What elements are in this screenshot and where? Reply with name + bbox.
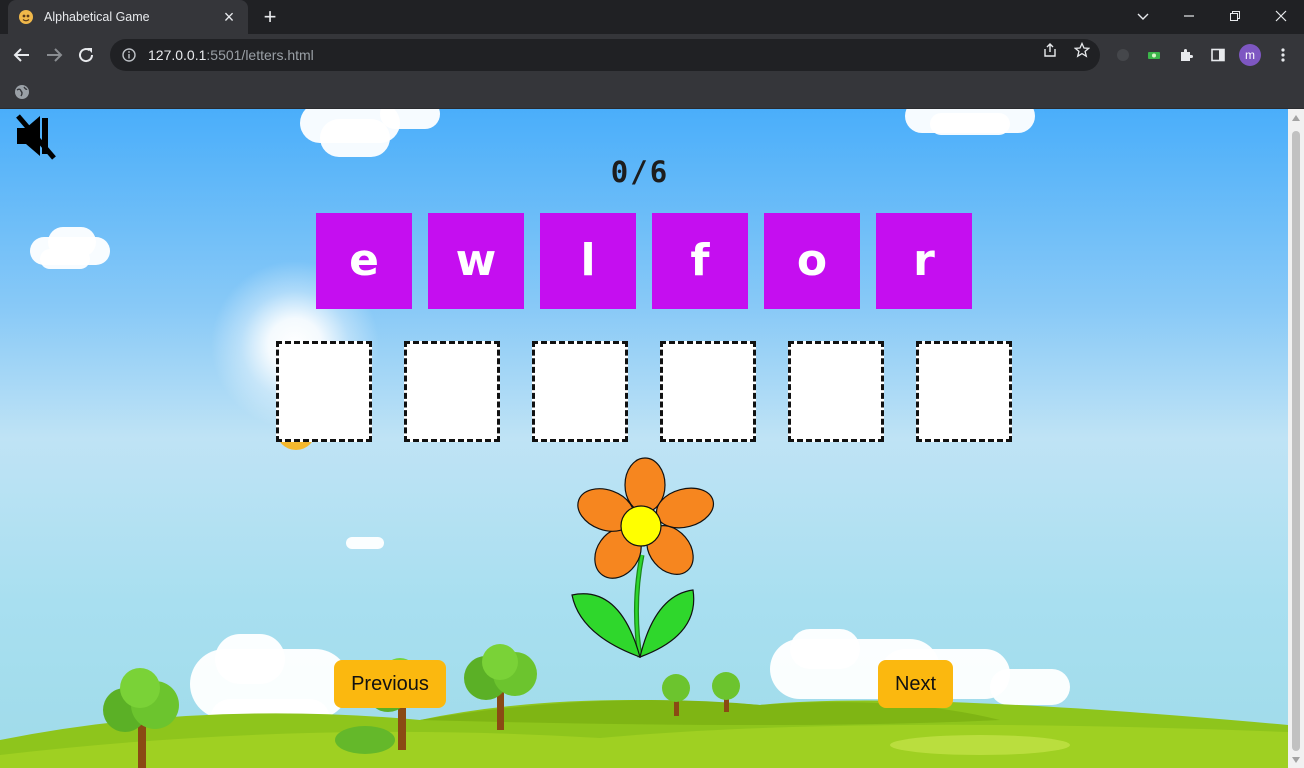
tab-title: Alphabetical Game bbox=[44, 10, 150, 24]
sound-muted-icon[interactable] bbox=[14, 112, 58, 160]
extension-faded-icon[interactable] bbox=[1114, 46, 1132, 64]
letter-tile[interactable]: w bbox=[428, 213, 524, 309]
letter-tile[interactable]: r bbox=[876, 213, 972, 309]
game-favicon-icon bbox=[18, 9, 34, 25]
answer-slot[interactable] bbox=[916, 341, 1012, 442]
answer-slot[interactable] bbox=[788, 341, 884, 442]
letter-tile[interactable]: f bbox=[652, 213, 748, 309]
browser-toolbar: 127.0.0.1:5501/letters.html m bbox=[0, 34, 1304, 76]
scroll-down-arrow-icon[interactable] bbox=[1292, 757, 1300, 763]
extensions-puzzle-icon[interactable] bbox=[1177, 46, 1195, 64]
tab-strip: Alphabetical Game × + bbox=[0, 0, 1304, 34]
next-button[interactable]: Next bbox=[878, 660, 953, 708]
flower-picture bbox=[571, 457, 715, 658]
menu-kebab-icon[interactable] bbox=[1274, 46, 1292, 64]
back-icon[interactable] bbox=[10, 43, 34, 67]
previous-button[interactable]: Previous bbox=[334, 660, 446, 708]
new-tab-button[interactable]: + bbox=[258, 6, 282, 30]
forward-icon[interactable] bbox=[42, 43, 66, 67]
answer-slot[interactable] bbox=[660, 341, 756, 442]
letter-tile[interactable]: e bbox=[316, 213, 412, 309]
scroll-up-arrow-icon[interactable] bbox=[1292, 115, 1300, 121]
close-tab-icon[interactable]: × bbox=[220, 8, 238, 26]
score-counter: 0/6 bbox=[610, 155, 670, 189]
tab-search-icon[interactable] bbox=[1120, 4, 1166, 30]
restore-icon[interactable] bbox=[1212, 4, 1258, 30]
answer-slot[interactable] bbox=[532, 341, 628, 442]
side-panel-icon[interactable] bbox=[1209, 46, 1227, 64]
address-bar[interactable]: 127.0.0.1:5501/letters.html bbox=[110, 39, 1100, 71]
globe-bookmark-icon[interactable] bbox=[14, 84, 30, 105]
answer-slot[interactable] bbox=[276, 341, 372, 442]
url-path: :5501/letters.html bbox=[206, 47, 314, 63]
scroll-thumb[interactable] bbox=[1292, 131, 1300, 751]
url-host: 127.0.0.1 bbox=[148, 47, 207, 63]
bookmark-star-icon[interactable] bbox=[1074, 42, 1090, 58]
reload-icon[interactable] bbox=[74, 43, 98, 67]
extension-money-icon[interactable] bbox=[1145, 46, 1163, 64]
minimize-icon[interactable] bbox=[1166, 4, 1212, 30]
bookmarks-bar bbox=[0, 76, 1304, 109]
letter-tile[interactable]: o bbox=[764, 213, 860, 309]
close-window-icon[interactable] bbox=[1258, 4, 1304, 30]
answer-slot[interactable] bbox=[404, 341, 500, 442]
browser-tab[interactable]: Alphabetical Game × bbox=[8, 0, 248, 34]
letter-tile[interactable]: l bbox=[540, 213, 636, 309]
profile-avatar[interactable]: m bbox=[1239, 44, 1261, 66]
page-scrollbar[interactable] bbox=[1288, 109, 1304, 768]
site-info-icon[interactable] bbox=[122, 48, 148, 62]
share-icon[interactable] bbox=[1042, 42, 1058, 58]
